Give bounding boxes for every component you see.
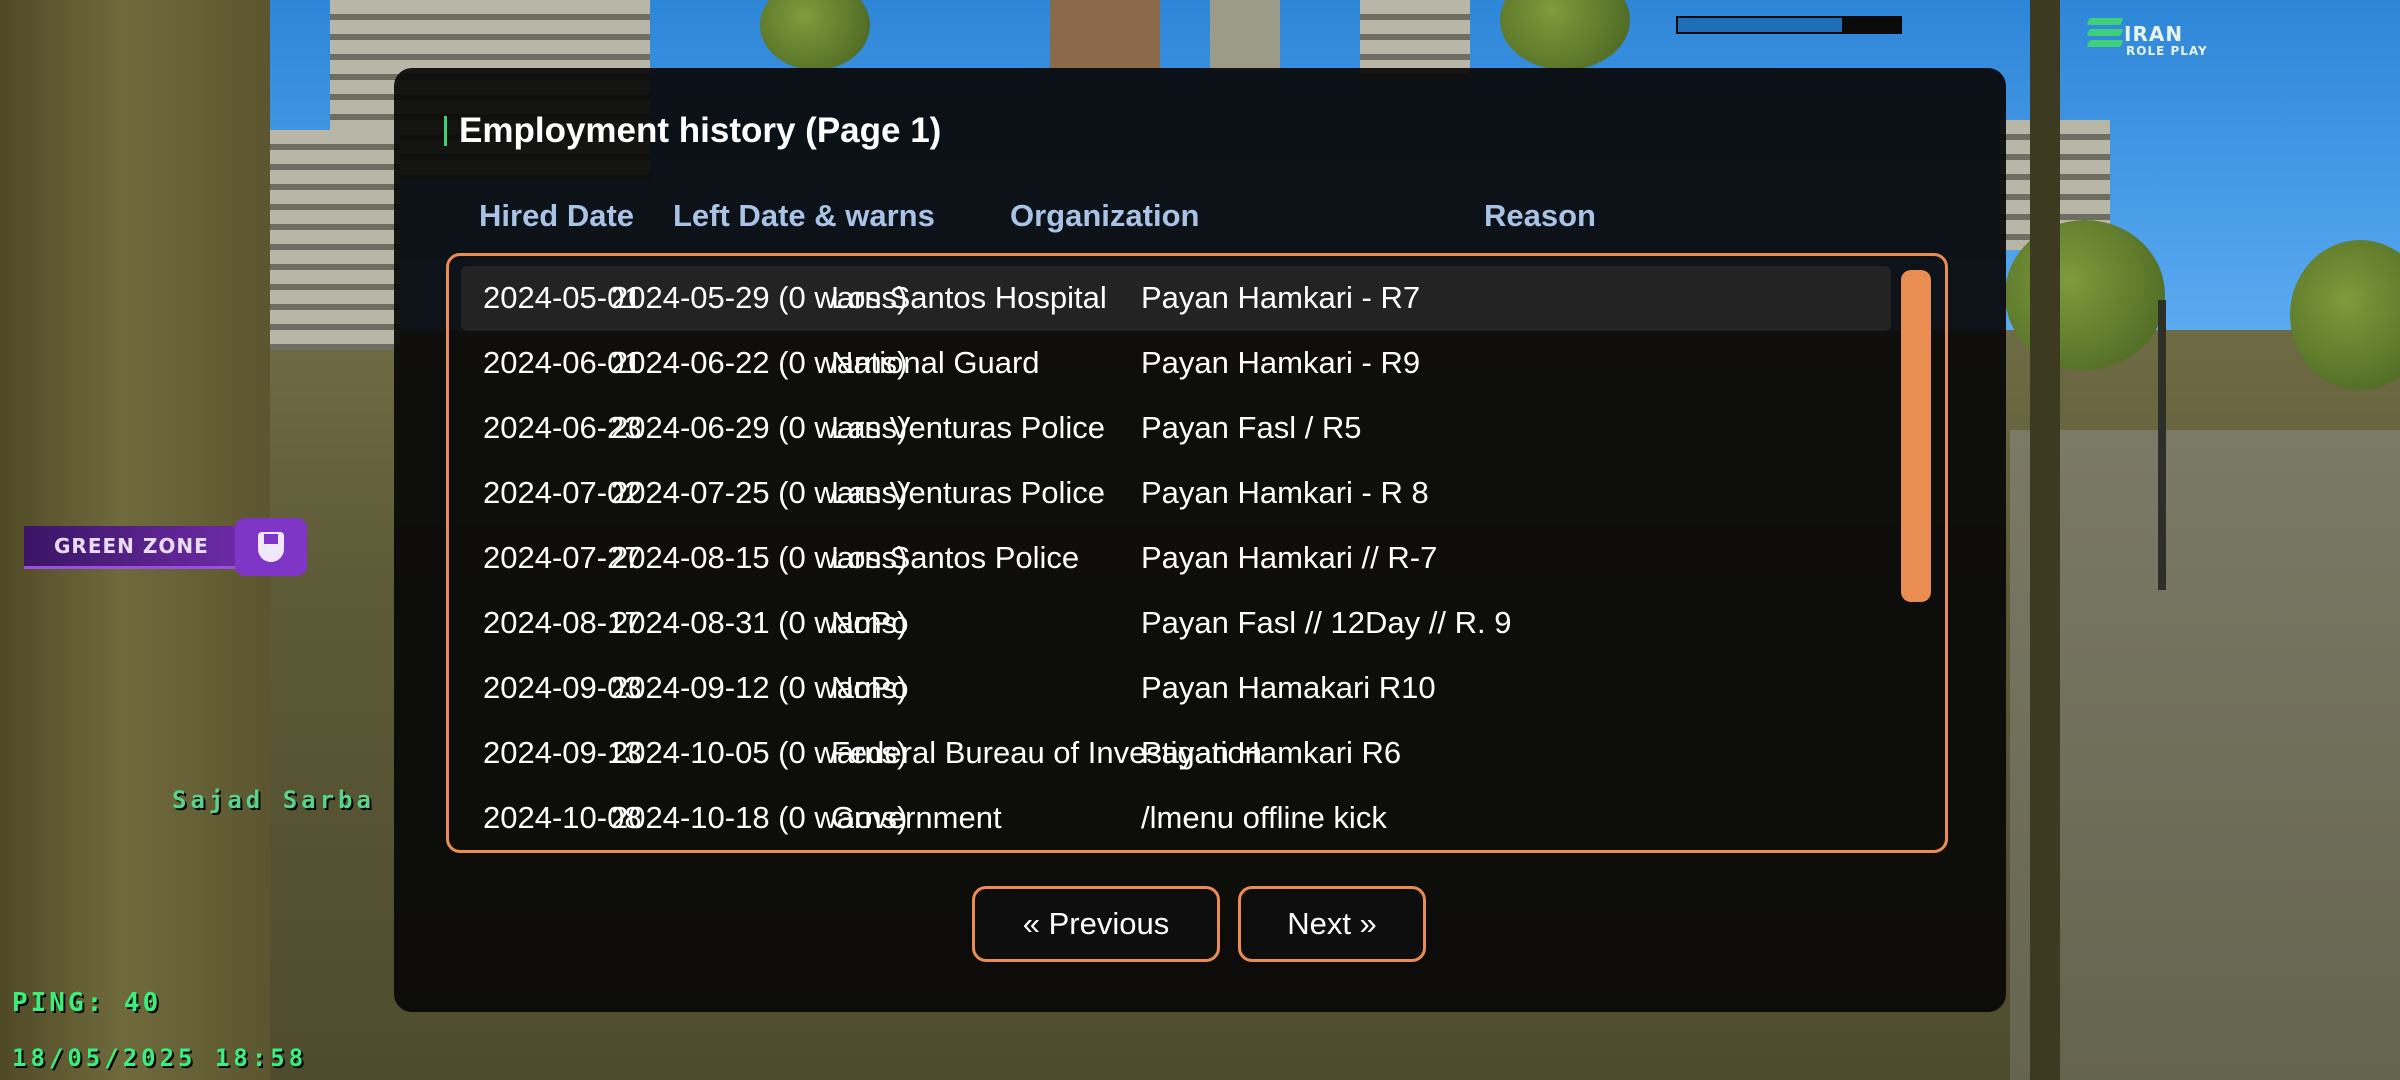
organization-cell: Las Venturas Police <box>831 475 1106 510</box>
history-list[interactable]: 2024-05-01 2024-05-29 (0 warns) Los Santos… <box>446 253 1948 853</box>
employment-history-dialog: Employment history (Page 1) Hired Date L… <box>394 68 2006 1012</box>
table-row[interactable]: 2024-09-03 2024-09-12 (0 warns) NoPo Payan … <box>461 656 1891 721</box>
reason-cell: Payan Fasl // 12Day // R. 9 <box>1141 605 1512 640</box>
title-accent-bar <box>444 116 447 146</box>
table-row[interactable]: 2024-06-01 2024-06-22 (0 warns) National G… <box>461 331 1891 396</box>
table-row[interactable]: 2024-06-23 2024-06-29 (0 warns) Las Ventur… <box>461 396 1891 461</box>
dialog-title: Employment history (Page 1) <box>444 106 941 156</box>
scrollbar[interactable] <box>1901 270 1931 836</box>
reason-cell: Payan Hamkari - R 8 <box>1141 475 1429 510</box>
green-zone-indicator: GREEN ZONE <box>24 518 307 576</box>
table-row[interactable]: 2024-07-02 2024-07-25 (0 warns) Las Ventur… <box>461 461 1891 526</box>
zone-label: GREEN ZONE <box>24 525 243 569</box>
road <box>2010 430 2400 1080</box>
organization-cell: National Guard <box>831 345 1040 380</box>
table-row[interactable]: 2024-07-27 2024-08-15 (0 warns) Los Santos… <box>461 526 1891 591</box>
reason-cell: Payan Hamkari - R9 <box>1141 345 1421 380</box>
history-rows: 2024-05-01 2024-05-29 (0 warns) Los Santos… <box>461 266 1891 850</box>
tree <box>2005 220 2165 370</box>
organization-cell: Government <box>831 800 1002 835</box>
building <box>1210 0 1280 70</box>
ping-readout: PING: 40 <box>12 988 162 1018</box>
player-name-tag: Sajad Sarba <box>172 786 375 814</box>
column-headers: Hired Date Left Date & warns Organizatio… <box>394 198 2006 248</box>
next-page-button[interactable]: Next » <box>1238 886 1426 962</box>
organization-cell: Las Venturas Police <box>831 410 1106 445</box>
logo-line1: IRAN <box>2124 22 2184 46</box>
organization-cell: Los Santos Police <box>831 540 1080 575</box>
server-logo: IRAN ROLE PLAY <box>2086 18 2228 62</box>
table-row[interactable]: 2024-05-01 2024-05-29 (0 warns) Los Santos… <box>461 266 1891 331</box>
scrollbar-thumb[interactable] <box>1901 270 1931 602</box>
zone-badge <box>234 518 307 576</box>
organization-cell: Los Santos Hospital <box>831 280 1107 315</box>
reason-cell: Payan Hamakari R10 <box>1141 670 1436 705</box>
building <box>1050 0 1160 70</box>
column-header-reason: Reason <box>1484 198 1596 233</box>
table-row[interactable]: 2024-09-13 2024-10-05 (0 warns) Federal Bu… <box>461 721 1891 786</box>
reason-cell: Payan Hamkari // R-7 <box>1141 540 1438 575</box>
previous-page-button[interactable]: « Previous <box>972 886 1220 962</box>
logo-stripes-icon <box>2086 18 2124 58</box>
column-header-left-date: Left Date & warns <box>673 198 935 233</box>
reason-cell: /lmenu offline kick <box>1141 800 1387 835</box>
reason-cell: Payan Fasl / R5 <box>1141 410 1362 445</box>
table-row[interactable]: 2024-08-17 2024-08-31 (0 warns) NoPo Payan … <box>461 591 1891 656</box>
organization-cell: NoPo <box>831 670 909 705</box>
dialog-title-text: Employment history (Page 1) <box>459 111 942 150</box>
logo-line2: ROLE PLAY <box>2126 44 2208 58</box>
shadow-pillar <box>2030 0 2060 1080</box>
column-header-organization: Organization <box>1010 198 1200 233</box>
health-bar-fill <box>1678 18 1843 32</box>
reason-cell: Payan Hamkari R6 <box>1141 735 1402 770</box>
shield-icon <box>257 532 284 562</box>
column-header-hired-date: Hired Date <box>479 198 635 233</box>
reason-cell: Payan Hamkari - R7 <box>1141 280 1421 315</box>
street-lamp <box>2158 300 2166 590</box>
organization-cell: NoPo <box>831 605 909 640</box>
health-bar <box>1676 16 1902 34</box>
datetime-readout: 18/05/2025 18:58 <box>12 1044 308 1072</box>
table-row[interactable]: 2024-10-08 2024-10-18 (0 warns) Government… <box>461 786 1891 850</box>
